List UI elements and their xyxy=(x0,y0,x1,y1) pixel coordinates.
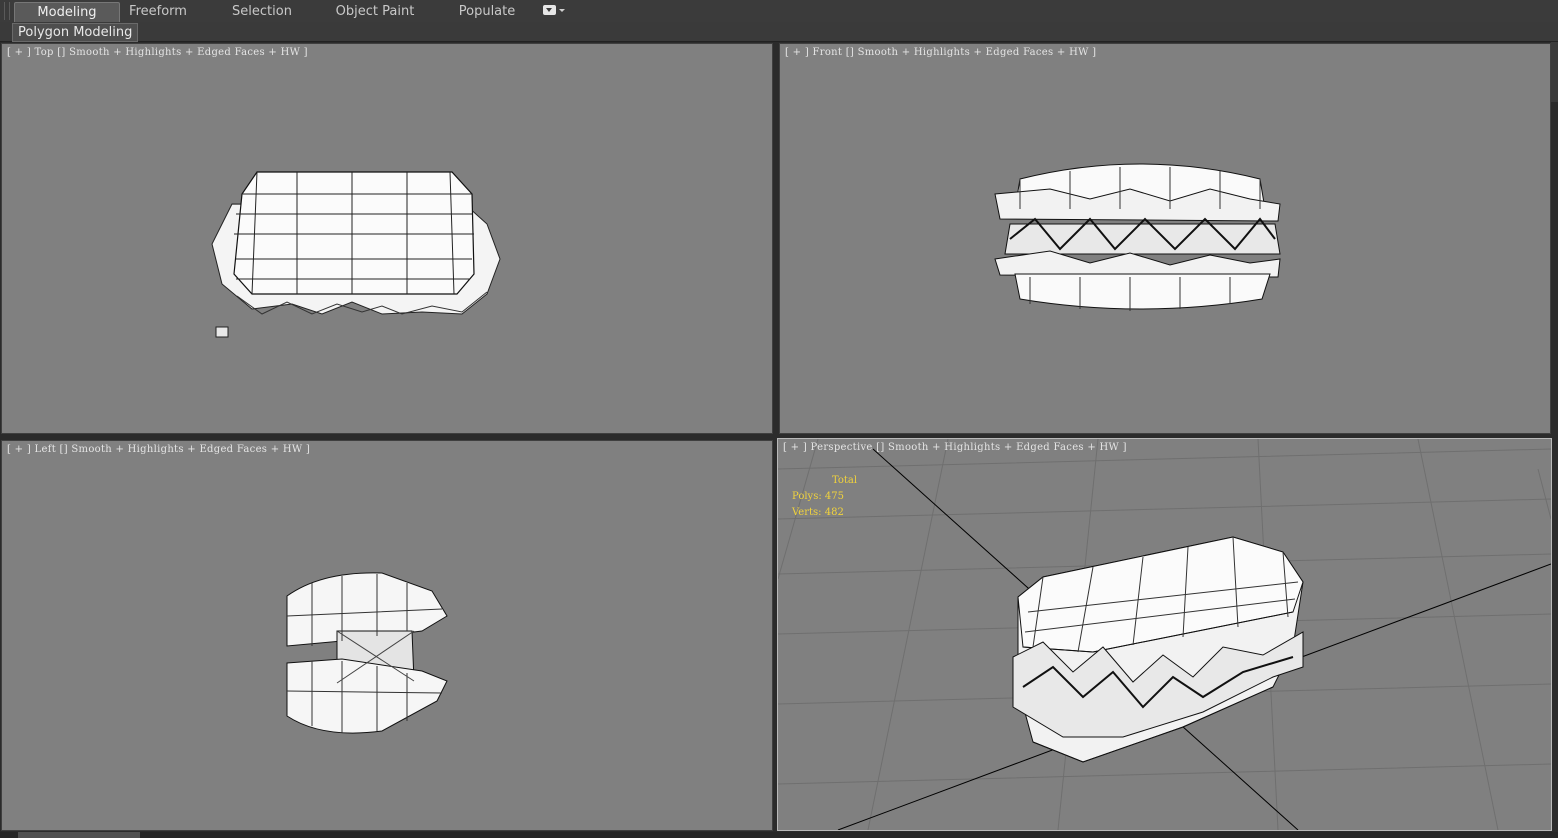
viewport-perspective[interactable]: [ + ] Perspective [] Smooth + Highlights… xyxy=(777,438,1552,831)
scene-statistics: Total Polys: 475 Verts: 482 xyxy=(792,473,857,521)
stats-verts: Verts: 482 xyxy=(792,507,844,518)
viewport-view-label[interactable]: Front xyxy=(813,47,843,58)
viewport-label-front: [ + ] Front [] Smooth + Highlights + Edg… xyxy=(785,47,1097,58)
right-edge-scrollbar[interactable] xyxy=(1551,42,1558,102)
ribbon-grip[interactable] xyxy=(4,2,10,20)
viewport-menu-plus[interactable]: [ + ] xyxy=(7,444,31,455)
viewport-shading-label[interactable]: Smooth + Highlights + Edged Faces + HW ] xyxy=(888,442,1127,453)
viewport-shading-label[interactable]: Smooth + Highlights + Edged Faces + HW ] xyxy=(69,47,308,58)
viewport-top[interactable]: [ + ] Top [] Smooth + Highlights + Edged… xyxy=(1,43,773,434)
chevron-down-icon xyxy=(559,9,565,12)
ribbon-options-icon xyxy=(543,5,556,15)
viewport-label-left: [ + ] Left [] Smooth + Highlights + Edge… xyxy=(7,444,311,455)
viewport-view-label[interactable]: Perspective xyxy=(811,442,873,453)
ribbon-options-dropdown[interactable] xyxy=(543,5,565,17)
tab-populate[interactable]: Populate xyxy=(452,2,522,21)
viewport-view-label[interactable]: Left xyxy=(35,444,56,455)
viewport-view-label[interactable]: Top xyxy=(35,47,54,58)
viewport-left[interactable]: [ + ] Left [] Smooth + Highlights + Edge… xyxy=(1,440,773,831)
time-slider[interactable] xyxy=(18,832,140,838)
stats-polys: Polys: 475 xyxy=(792,491,844,502)
ribbon-tabs: Modeling Freeform Selection Object Paint… xyxy=(0,0,1558,23)
stats-total-label: Total xyxy=(832,475,858,486)
viewport-menu-plus[interactable]: [ + ] xyxy=(7,47,31,58)
sandwich-perspective-mesh xyxy=(1012,536,1304,763)
viewport-front[interactable]: [ + ] Front [] Smooth + Highlights + Edg… xyxy=(779,43,1551,434)
viewport-menu-plus[interactable]: [ + ] xyxy=(783,442,807,453)
viewport-label-perspective: [ + ] Perspective [] Smooth + Highlights… xyxy=(783,442,1127,453)
tab-object-paint[interactable]: Object Paint xyxy=(333,2,417,21)
tab-modeling[interactable]: Modeling xyxy=(14,2,120,22)
sandwich-front-mesh xyxy=(994,163,1281,311)
viewport-menu-plus[interactable]: [ + ] xyxy=(785,47,809,58)
viewport-label-top: [ + ] Top [] Smooth + Highlights + Edged… xyxy=(7,47,308,58)
tab-selection[interactable]: Selection xyxy=(226,2,298,21)
viewport-shading-label[interactable]: Smooth + Highlights + Edged Faces + HW ] xyxy=(858,47,1097,58)
time-slider-strip xyxy=(0,832,1558,838)
viewport-shading-label[interactable]: Smooth + Highlights + Edged Faces + HW ] xyxy=(71,444,310,455)
tab-freeform[interactable]: Freeform xyxy=(122,2,194,21)
sandwich-left-mesh xyxy=(286,572,448,734)
polygon-modeling-button[interactable]: Polygon Modeling xyxy=(12,23,139,42)
sandwich-top-mesh xyxy=(211,171,501,338)
ribbon-panel-bar: Polygon Modeling xyxy=(0,22,1558,42)
